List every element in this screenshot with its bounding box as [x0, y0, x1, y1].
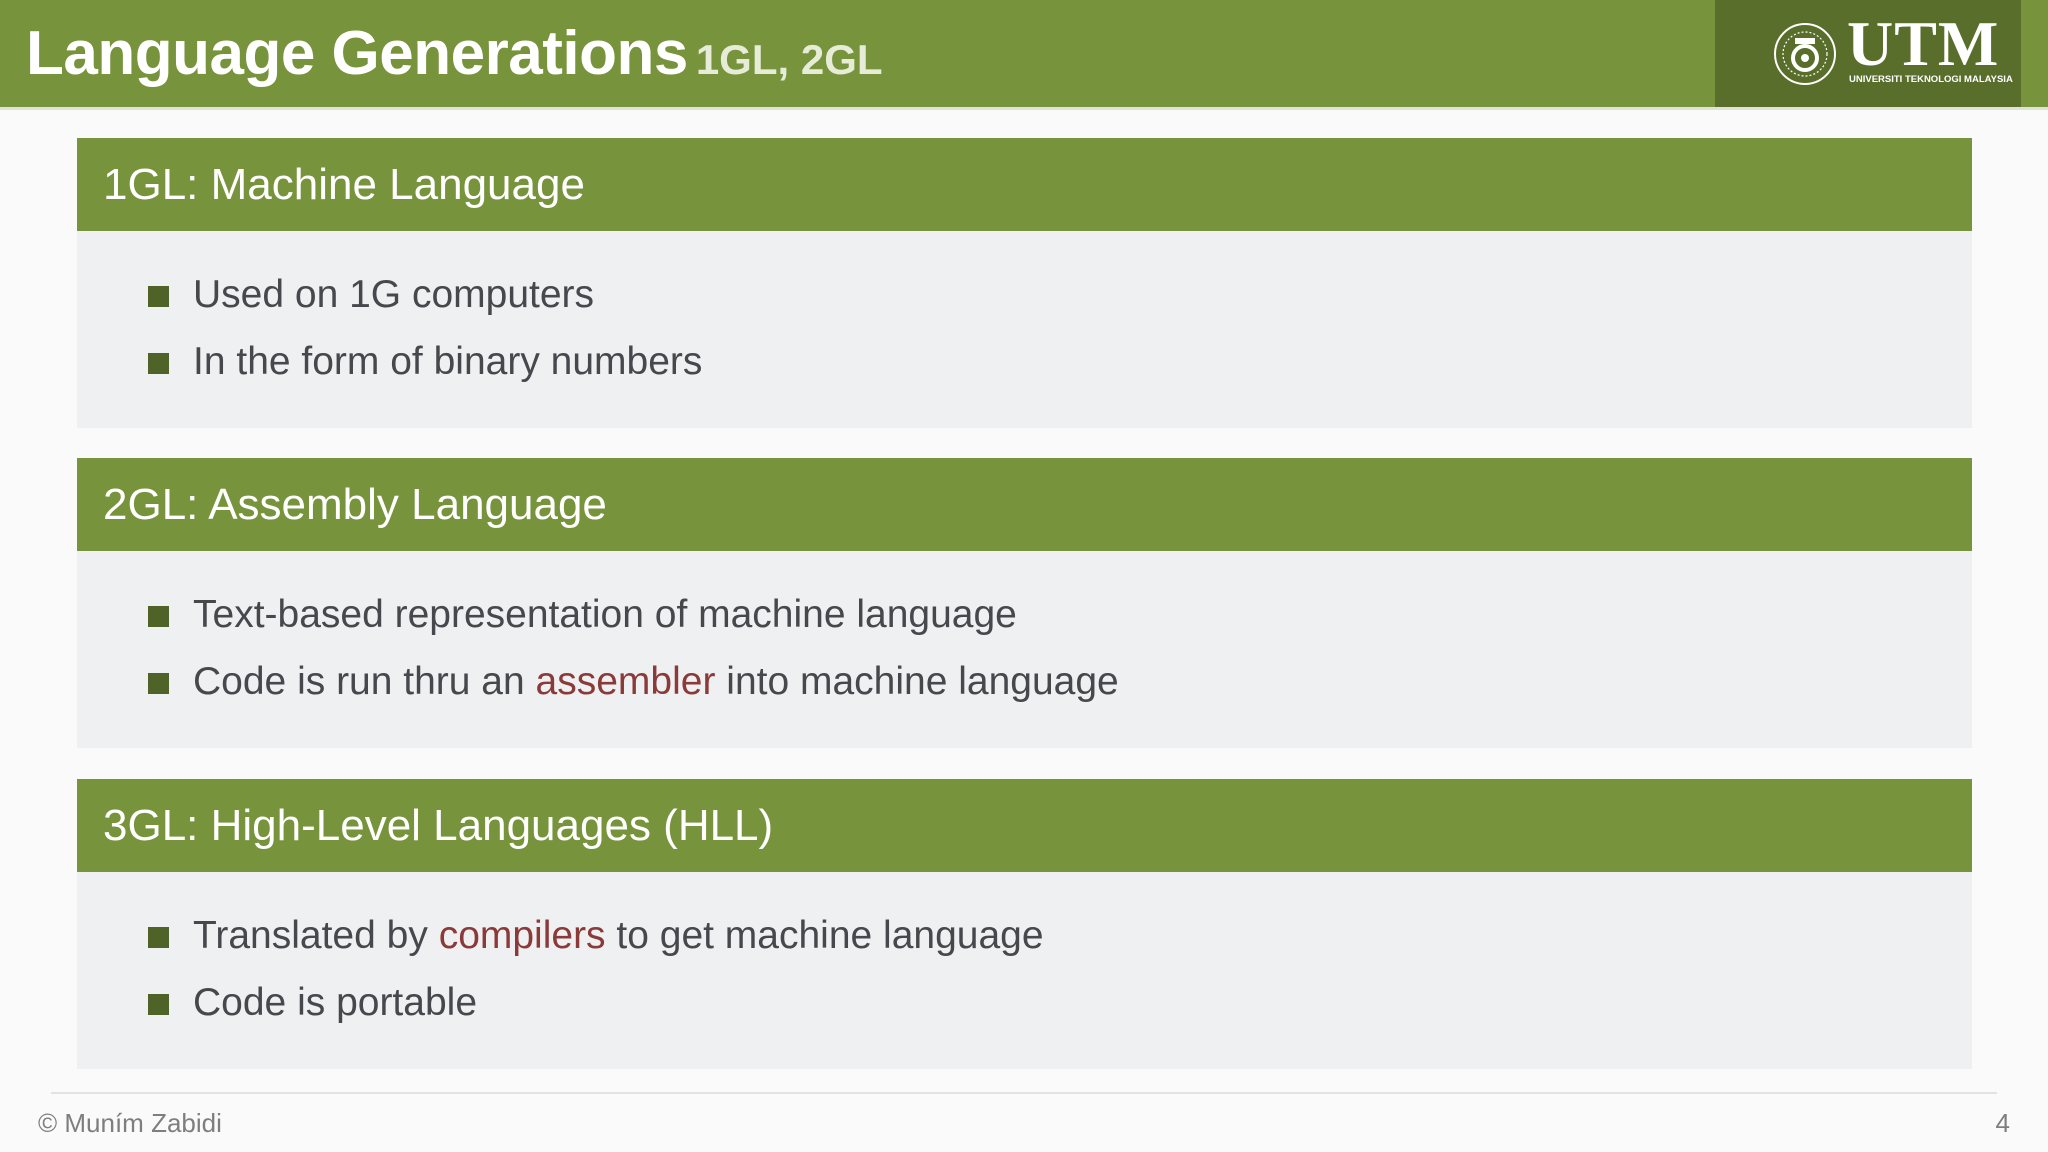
section-heading: 3GL: High-Level Languages (HLL) — [77, 779, 1972, 872]
utm-seal-icon — [1774, 23, 1836, 85]
section-3gl: 3GL: High-Level Languages (HLL) Translat… — [77, 779, 1972, 1069]
bullet-item: Code is portable — [77, 979, 1972, 1046]
slide-header: Language Generations 1GL, 2GL UTM UNIVERS… — [0, 0, 2048, 110]
section-heading: 2GL: Assembly Language — [77, 458, 1972, 551]
section-heading: 1GL: Machine Language — [77, 138, 1972, 231]
bullet-text: In the form of binary numbers — [193, 340, 703, 383]
bullet-text: Used on 1G computers — [193, 273, 595, 316]
bullet-text: Text-based representation of machine lan… — [193, 593, 1017, 636]
highlight-assembler: assembler — [535, 660, 716, 703]
utm-logo: UTM UNIVERSITI TEKNOLOGI MALAYSIA — [1715, 0, 2021, 107]
bullet-text-part: into machine language — [715, 660, 1119, 703]
bullet-item: Translated by compilers to get machine l… — [77, 912, 1972, 979]
section-2gl: 2GL: Assembly Language Text-based repres… — [77, 458, 1972, 748]
square-bullet-icon — [148, 673, 169, 694]
section-body: Text-based representation of machine lan… — [77, 551, 1972, 748]
bullet-item: In the form of binary numbers — [77, 338, 1972, 405]
bullet-text-part: to get machine language — [605, 914, 1044, 957]
section-body: Used on 1G computers In the form of bina… — [77, 231, 1972, 428]
footer-divider — [51, 1092, 1997, 1094]
bullet-text-part: Code is run thru an — [193, 660, 536, 703]
section-body: Translated by compilers to get machine l… — [77, 872, 1972, 1069]
square-bullet-icon — [148, 606, 169, 627]
bullet-text: Code is portable — [193, 981, 478, 1024]
logo-caption: UNIVERSITI TEKNOLOGI MALAYSIA — [1849, 74, 2013, 85]
footer-copyright: © Muním Zabidi — [38, 1108, 222, 1138]
square-bullet-icon — [148, 286, 169, 307]
square-bullet-icon — [148, 353, 169, 374]
square-bullet-icon — [148, 994, 169, 1015]
section-1gl: 1GL: Machine Language Used on 1G compute… — [77, 138, 1972, 428]
logo-wordmark: UTM — [1847, 8, 2000, 79]
title-main: Language Generations — [26, 19, 688, 88]
title-subtitle: 1GL, 2GL — [695, 36, 883, 83]
bullet-text-part: Translated by — [193, 914, 439, 957]
highlight-compilers: compilers — [438, 914, 606, 957]
slide-title: Language Generations 1GL, 2GL — [26, 18, 883, 89]
bullet-item: Code is run thru an assembler into machi… — [77, 658, 1972, 725]
page-number: 4 — [1995, 1108, 2010, 1138]
bullet-item: Text-based representation of machine lan… — [77, 591, 1972, 658]
bullet-item: Used on 1G computers — [77, 271, 1972, 338]
square-bullet-icon — [148, 927, 169, 948]
